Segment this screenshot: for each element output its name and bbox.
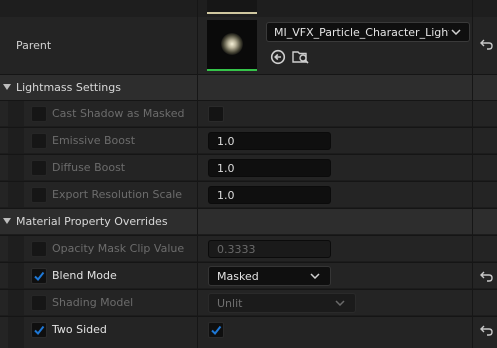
indent-bar [8, 263, 24, 288]
category-title: Material Property Overrides [16, 215, 168, 228]
reset-to-default-icon[interactable] [480, 325, 493, 336]
indent-bar [8, 290, 24, 315]
property-label: Cast Shadow as Masked [52, 107, 185, 120]
browse-to-asset-icon[interactable] [270, 49, 286, 65]
property-label: Export Resolution Scale [52, 188, 183, 201]
reset-to-default-icon[interactable] [480, 39, 493, 50]
category-title: Lightmass Settings [16, 81, 121, 94]
glow-preview-icon [221, 33, 243, 55]
blend-mode-combo[interactable]: Masked [208, 266, 331, 286]
value-text: 1.0 [217, 189, 235, 202]
parent-label: Parent [16, 39, 52, 52]
override-checkbox[interactable] [31, 133, 47, 149]
parent-asset-combo[interactable]: MI_VFX_Particle_Character_Lightr [266, 22, 470, 42]
details-panel: Parent MI_VFX_Particle_Character_Lightr … [0, 0, 497, 348]
combo-value: Masked [217, 270, 259, 283]
chevron-down-icon [335, 300, 345, 306]
parent-asset-name: MI_VFX_Particle_Character_Lightr [274, 26, 449, 39]
category-lightmass-settings[interactable]: Lightmass Settings [0, 74, 497, 100]
parent-thumbnail[interactable] [207, 20, 257, 71]
value-checkbox[interactable] [208, 106, 224, 122]
value-field[interactable]: 0.3333 [208, 240, 331, 258]
property-label: Blend Mode [52, 269, 117, 282]
property-label: Opacity Mask Clip Value [52, 242, 185, 255]
property-row: Cast Shadow as Masked [0, 100, 497, 126]
find-in-content-browser-icon[interactable] [292, 48, 310, 65]
override-checkbox[interactable] [31, 268, 47, 284]
property-row: Blend Mode Masked [0, 262, 497, 288]
indent-bar [8, 317, 24, 348]
parent-row: Parent MI_VFX_Particle_Character_Lightr [0, 17, 497, 74]
property-row: Export Resolution Scale 1.0 [0, 181, 497, 207]
indent-bar [8, 236, 24, 261]
property-label: Shading Model [52, 296, 134, 309]
top-row [0, 0, 497, 17]
override-checkbox[interactable] [31, 187, 47, 203]
property-label: Emissive Boost [52, 134, 136, 147]
expand-arrow-icon[interactable] [3, 84, 11, 90]
combo-value: Unlit [217, 297, 243, 310]
checkmark-icon [211, 325, 222, 336]
override-checkbox[interactable] [31, 295, 47, 311]
property-row: Emissive Boost 1.0 [0, 127, 497, 153]
override-checkbox[interactable] [31, 241, 47, 257]
value-text: 1.0 [217, 135, 235, 148]
property-label: Two Sided [52, 323, 107, 336]
override-checkbox[interactable] [31, 322, 47, 338]
value-checkbox[interactable] [208, 322, 224, 338]
value-text: 1.0 [217, 162, 235, 175]
value-field[interactable]: 1.0 [208, 186, 331, 204]
checkmark-icon [34, 271, 45, 282]
indent-bar [8, 101, 24, 126]
expand-arrow-icon[interactable] [3, 218, 11, 224]
indent-bar [8, 182, 24, 207]
partial-thumbnail [207, 0, 257, 14]
chevron-down-icon [451, 29, 461, 35]
override-checkbox[interactable] [31, 106, 47, 122]
indent-bar [8, 128, 24, 153]
reset-to-default-icon[interactable] [480, 271, 493, 282]
thumbnail-status-bar [207, 69, 257, 71]
column-splitter[interactable] [197, 0, 198, 348]
checkmark-icon [34, 325, 45, 336]
property-row: Shading Model Unlit [0, 289, 497, 315]
column-splitter[interactable] [472, 0, 473, 348]
indent-bar [8, 155, 24, 180]
property-row: Opacity Mask Clip Value 0.3333 [0, 235, 497, 261]
override-checkbox[interactable] [31, 160, 47, 176]
chevron-down-icon [310, 273, 320, 279]
property-row: Diffuse Boost 1.0 [0, 154, 497, 180]
value-field[interactable]: 1.0 [208, 159, 331, 177]
property-label: Diffuse Boost [52, 161, 126, 174]
value-text: 0.3333 [217, 243, 256, 256]
property-row: Two Sided [0, 316, 497, 348]
value-field[interactable]: 1.0 [208, 132, 331, 150]
shading-model-combo[interactable]: Unlit [208, 293, 356, 313]
category-material-property-overrides[interactable]: Material Property Overrides [0, 208, 497, 234]
